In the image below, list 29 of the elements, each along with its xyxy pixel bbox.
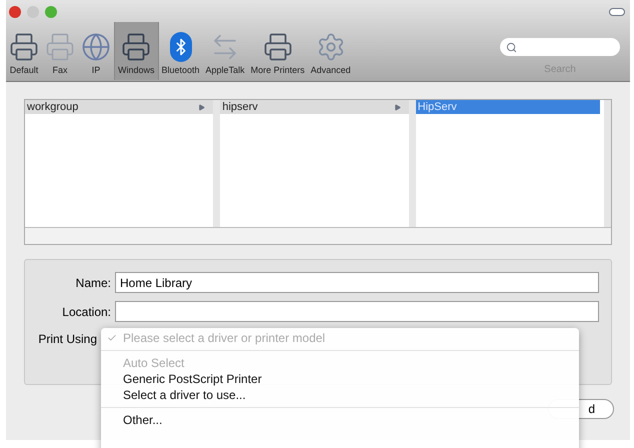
search-icon bbox=[506, 42, 517, 52]
globe-icon bbox=[81, 32, 111, 62]
checkmark-icon bbox=[107, 333, 117, 343]
printer-icon bbox=[262, 32, 293, 62]
toolbar-button[interactable]: AppleTalk bbox=[202, 22, 248, 80]
toolbar-button[interactable]: IP bbox=[78, 22, 114, 80]
name-label: Name: bbox=[74, 274, 112, 292]
zoom-icon[interactable] bbox=[45, 6, 57, 18]
name-field[interactable]: Home Library bbox=[115, 272, 599, 293]
toolbar-button[interactable]: Bluetooth bbox=[158, 22, 203, 80]
close-icon[interactable] bbox=[9, 6, 21, 18]
search-field[interactable] bbox=[500, 38, 620, 56]
bluetooth-icon bbox=[170, 32, 192, 62]
disclosure-icon bbox=[198, 104, 206, 110]
print-using-label: Print Using bbox=[37, 331, 97, 348]
toolbar-button[interactable]: Windows bbox=[114, 22, 159, 80]
toolbar-button[interactable]: More Printers bbox=[248, 22, 308, 80]
browser-item[interactable]: hipserv bbox=[220, 100, 409, 114]
location-field[interactable] bbox=[115, 301, 599, 322]
toolbar-button[interactable]: Fax bbox=[42, 22, 78, 80]
browser-item[interactable]: workgroup bbox=[25, 100, 214, 114]
location-label: Location: bbox=[61, 304, 112, 320]
toolbar-toggle-icon[interactable] bbox=[609, 8, 625, 16]
toolbar-button[interactable]: Default bbox=[6, 22, 42, 80]
printer-icon bbox=[9, 32, 39, 62]
printer-icon bbox=[121, 32, 152, 62]
disclosure-icon bbox=[394, 104, 401, 110]
menu-item[interactable]: Generic PostScript Printer bbox=[101, 371, 579, 387]
toolbar-button[interactable]: Advanced bbox=[308, 22, 354, 80]
